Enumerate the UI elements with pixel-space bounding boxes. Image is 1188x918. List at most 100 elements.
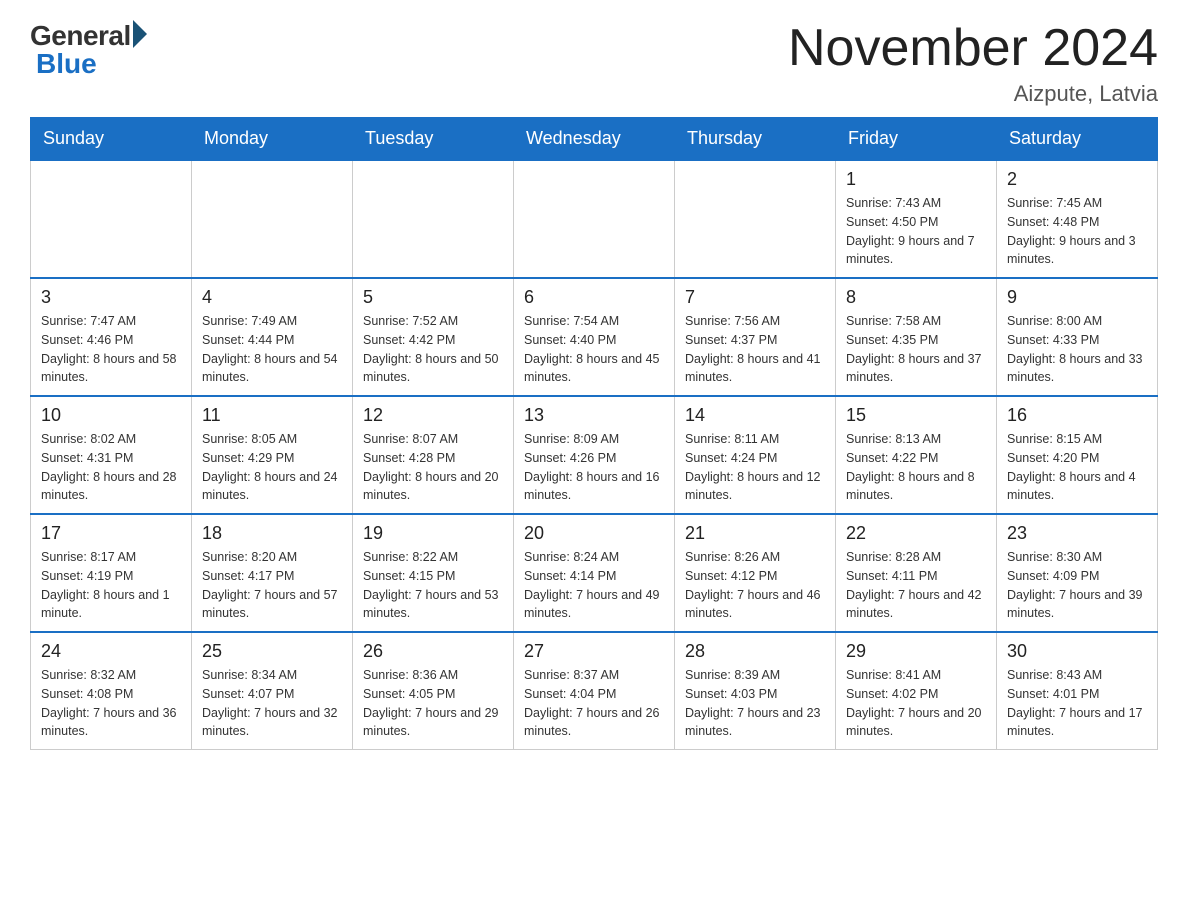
day-info: Sunrise: 7:54 AMSunset: 4:40 PMDaylight:…: [524, 312, 664, 387]
table-row: 6 Sunrise: 7:54 AMSunset: 4:40 PMDaylight…: [514, 278, 675, 396]
logo-blue-text: Blue: [36, 48, 97, 80]
calendar-week-row: 1Sunrise: 7:43 AMSunset: 4:50 PMDaylight…: [31, 160, 1158, 278]
table-row: [514, 160, 675, 278]
day-info: Sunrise: 8:36 AMSunset: 4:05 PMDaylight:…: [363, 666, 503, 741]
logo: General Blue: [30, 20, 147, 80]
day-number: 30: [1007, 641, 1147, 662]
table-row: 18 Sunrise: 8:20 AMSunset: 4:17 PMDayligh…: [192, 514, 353, 632]
day-number: 25: [202, 641, 342, 662]
day-number: 13: [524, 405, 664, 426]
day-info: Sunrise: 7:47 AMSunset: 4:46 PMDaylight:…: [41, 312, 181, 387]
day-number: 29: [846, 641, 986, 662]
calendar-table: Sunday Monday Tuesday Wednesday Thursday…: [30, 117, 1158, 750]
day-info: Sunrise: 8:34 AMSunset: 4:07 PMDaylight:…: [202, 666, 342, 741]
calendar-week-row: 10Sunrise: 8:02 AMSunset: 4:31 PMDayligh…: [31, 396, 1158, 514]
col-wednesday: Wednesday: [514, 118, 675, 161]
table-row: 3 Sunrise: 7:47 AMSunset: 4:46 PMDaylight…: [31, 278, 192, 396]
day-number: 18: [202, 523, 342, 544]
calendar-subtitle: Aizpute, Latvia: [788, 81, 1158, 107]
day-info: Sunrise: 8:28 AMSunset: 4:11 PMDaylight:…: [846, 548, 986, 623]
day-info: Sunrise: 8:22 AMSunset: 4:15 PMDaylight:…: [363, 548, 503, 623]
day-number: 8: [846, 287, 986, 308]
day-info: Sunrise: 8:20 AMSunset: 4:17 PMDaylight:…: [202, 548, 342, 623]
day-info: Sunrise: 8:15 AMSunset: 4:20 PMDaylight:…: [1007, 430, 1147, 505]
col-monday: Monday: [192, 118, 353, 161]
table-row: 13Sunrise: 8:09 AMSunset: 4:26 PMDayligh…: [514, 396, 675, 514]
table-row: 30 Sunrise: 8:43 AMSunset: 4:01 PMDayligh…: [997, 632, 1158, 750]
day-info: Sunrise: 8:11 AMSunset: 4:24 PMDaylight:…: [685, 430, 825, 505]
day-number: 26: [363, 641, 503, 662]
day-number: 5: [363, 287, 503, 308]
day-info: Sunrise: 7:45 AMSunset: 4:48 PMDaylight:…: [1007, 194, 1147, 269]
day-number: 11: [202, 405, 342, 426]
table-row: 19 Sunrise: 8:22 AMSunset: 4:15 PMDayligh…: [353, 514, 514, 632]
day-number: 23: [1007, 523, 1147, 544]
header-row: Sunday Monday Tuesday Wednesday Thursday…: [31, 118, 1158, 161]
day-number: 21: [685, 523, 825, 544]
table-row: 24Sunrise: 8:32 AMSunset: 4:08 PMDayligh…: [31, 632, 192, 750]
calendar-title: November 2024: [788, 20, 1158, 77]
table-row: 11 Sunrise: 8:05 AMSunset: 4:29 PMDayligh…: [192, 396, 353, 514]
table-row: 9 Sunrise: 8:00 AMSunset: 4:33 PMDaylight…: [997, 278, 1158, 396]
table-row: 29 Sunrise: 8:41 AMSunset: 4:02 PMDayligh…: [836, 632, 997, 750]
table-row: 8 Sunrise: 7:58 AMSunset: 4:35 PMDaylight…: [836, 278, 997, 396]
logo-arrow-icon: [133, 20, 147, 48]
day-info: Sunrise: 8:17 AMSunset: 4:19 PMDaylight:…: [41, 548, 181, 623]
day-number: 15: [846, 405, 986, 426]
day-number: 17: [41, 523, 181, 544]
day-info: Sunrise: 7:56 AMSunset: 4:37 PMDaylight:…: [685, 312, 825, 387]
title-section: November 2024 Aizpute, Latvia: [788, 20, 1158, 107]
table-row: 27 Sunrise: 8:37 AMSunset: 4:04 PMDayligh…: [514, 632, 675, 750]
calendar-week-row: 3 Sunrise: 7:47 AMSunset: 4:46 PMDaylight…: [31, 278, 1158, 396]
day-info: Sunrise: 8:05 AMSunset: 4:29 PMDaylight:…: [202, 430, 342, 505]
day-number: 7: [685, 287, 825, 308]
day-number: 10: [41, 405, 181, 426]
day-number: 2: [1007, 169, 1147, 190]
table-row: 10Sunrise: 8:02 AMSunset: 4:31 PMDayligh…: [31, 396, 192, 514]
col-saturday: Saturday: [997, 118, 1158, 161]
day-info: Sunrise: 8:13 AMSunset: 4:22 PMDaylight:…: [846, 430, 986, 505]
day-number: 27: [524, 641, 664, 662]
day-info: Sunrise: 7:58 AMSunset: 4:35 PMDaylight:…: [846, 312, 986, 387]
day-info: Sunrise: 8:39 AMSunset: 4:03 PMDaylight:…: [685, 666, 825, 741]
day-number: 4: [202, 287, 342, 308]
day-info: Sunrise: 8:24 AMSunset: 4:14 PMDaylight:…: [524, 548, 664, 623]
col-thursday: Thursday: [675, 118, 836, 161]
table-row: 26 Sunrise: 8:36 AMSunset: 4:05 PMDayligh…: [353, 632, 514, 750]
table-row: 14 Sunrise: 8:11 AMSunset: 4:24 PMDayligh…: [675, 396, 836, 514]
col-tuesday: Tuesday: [353, 118, 514, 161]
day-number: 22: [846, 523, 986, 544]
day-info: Sunrise: 8:00 AMSunset: 4:33 PMDaylight:…: [1007, 312, 1147, 387]
table-row: 20Sunrise: 8:24 AMSunset: 4:14 PMDayligh…: [514, 514, 675, 632]
table-row: 15 Sunrise: 8:13 AMSunset: 4:22 PMDayligh…: [836, 396, 997, 514]
day-info: Sunrise: 8:32 AMSunset: 4:08 PMDaylight:…: [41, 666, 181, 741]
day-number: 9: [1007, 287, 1147, 308]
day-number: 28: [685, 641, 825, 662]
table-row: [192, 160, 353, 278]
day-info: Sunrise: 7:43 AMSunset: 4:50 PMDaylight:…: [846, 194, 986, 269]
table-row: 22 Sunrise: 8:28 AMSunset: 4:11 PMDayligh…: [836, 514, 997, 632]
day-info: Sunrise: 8:30 AMSunset: 4:09 PMDaylight:…: [1007, 548, 1147, 623]
calendar-week-row: 24Sunrise: 8:32 AMSunset: 4:08 PMDayligh…: [31, 632, 1158, 750]
table-row: 4 Sunrise: 7:49 AMSunset: 4:44 PMDaylight…: [192, 278, 353, 396]
day-number: 16: [1007, 405, 1147, 426]
page-header: General Blue November 2024 Aizpute, Latv…: [30, 20, 1158, 107]
day-number: 14: [685, 405, 825, 426]
day-number: 3: [41, 287, 181, 308]
table-row: [675, 160, 836, 278]
day-number: 19: [363, 523, 503, 544]
table-row: [353, 160, 514, 278]
day-info: Sunrise: 7:49 AMSunset: 4:44 PMDaylight:…: [202, 312, 342, 387]
table-row: 16 Sunrise: 8:15 AMSunset: 4:20 PMDayligh…: [997, 396, 1158, 514]
day-info: Sunrise: 8:07 AMSunset: 4:28 PMDaylight:…: [363, 430, 503, 505]
day-number: 12: [363, 405, 503, 426]
day-info: Sunrise: 8:43 AMSunset: 4:01 PMDaylight:…: [1007, 666, 1147, 741]
col-sunday: Sunday: [31, 118, 192, 161]
calendar-week-row: 17 Sunrise: 8:17 AMSunset: 4:19 PMDayligh…: [31, 514, 1158, 632]
table-row: 12 Sunrise: 8:07 AMSunset: 4:28 PMDayligh…: [353, 396, 514, 514]
table-row: 7 Sunrise: 7:56 AMSunset: 4:37 PMDaylight…: [675, 278, 836, 396]
table-row: 21Sunrise: 8:26 AMSunset: 4:12 PMDayligh…: [675, 514, 836, 632]
day-info: Sunrise: 8:37 AMSunset: 4:04 PMDaylight:…: [524, 666, 664, 741]
day-number: 6: [524, 287, 664, 308]
day-info: Sunrise: 8:41 AMSunset: 4:02 PMDaylight:…: [846, 666, 986, 741]
